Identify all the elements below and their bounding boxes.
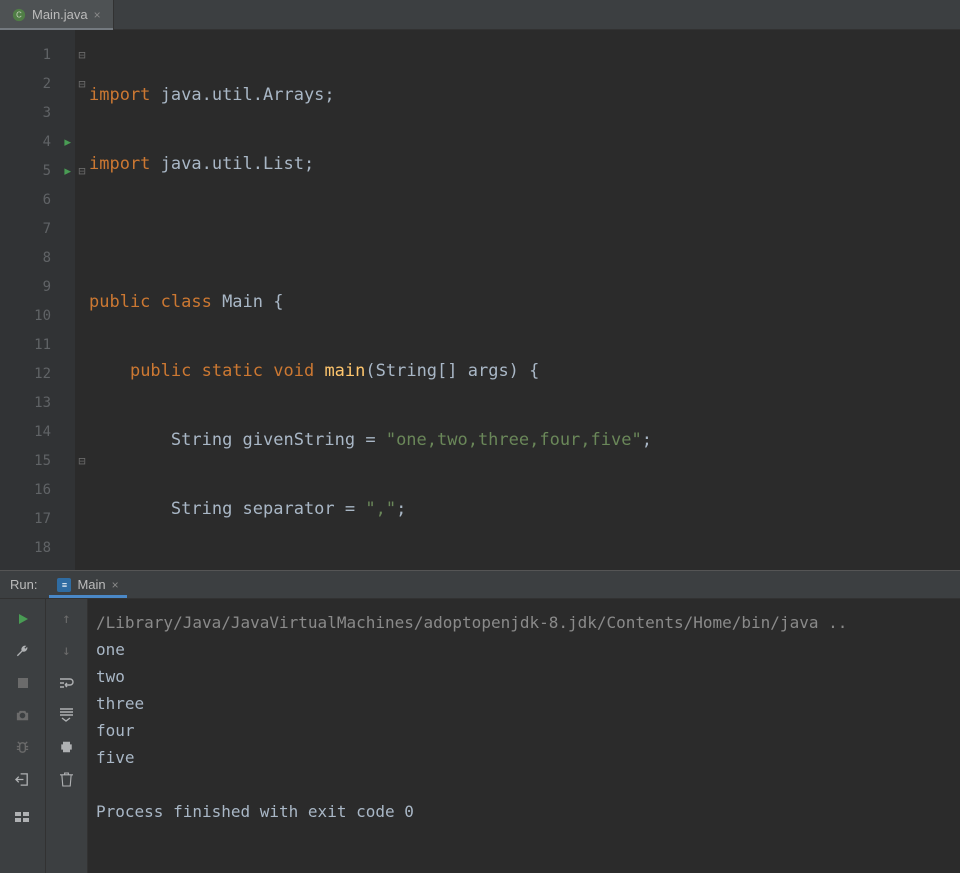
run-toolbar-primary [0, 599, 46, 873]
stop-icon[interactable] [13, 673, 33, 693]
application-icon: ≡ [57, 578, 71, 592]
line-gutter: 1 2 3 4▶ 5▶ 6 7 8 9 10 11 12 13 14 15 16… [0, 30, 75, 570]
file-tab-main[interactable]: C Main.java × [0, 0, 114, 29]
down-arrow-icon[interactable]: ↓ [57, 641, 77, 661]
wrench-icon[interactable] [13, 641, 33, 661]
code-line: import java.util.Arrays; [89, 80, 960, 109]
fold-marker[interactable]: ⊟ [75, 446, 89, 475]
console-exit: Process finished with exit code 0 [96, 802, 414, 821]
line-number: 10 [0, 301, 75, 330]
code-line [89, 563, 960, 570]
line-number: 13 [0, 388, 75, 417]
editor-tabbar: C Main.java × [0, 0, 960, 30]
run-panel-title: Run: [10, 577, 37, 592]
exit-icon[interactable] [13, 769, 33, 789]
code-line: String givenString = "one,two,three,four… [89, 425, 960, 454]
line-number: 6 [0, 185, 75, 214]
code-area[interactable]: import java.util.Arrays; import java.uti… [89, 30, 960, 570]
bug-icon[interactable] [13, 737, 33, 757]
console-command: /Library/Java/JavaVirtualMachines/adopto… [96, 613, 847, 632]
console-output[interactable]: /Library/Java/JavaVirtualMachines/adopto… [88, 599, 960, 873]
code-line: public static void main(String[] args) { [89, 356, 960, 385]
fold-marker[interactable]: ⊟ [75, 69, 89, 98]
console-line: two [96, 667, 125, 686]
line-number: 11 [0, 330, 75, 359]
line-number: 12 [0, 359, 75, 388]
console-line: one [96, 640, 125, 659]
camera-icon[interactable] [13, 705, 33, 725]
up-arrow-icon[interactable]: ↑ [57, 609, 77, 629]
rerun-icon[interactable] [13, 609, 33, 629]
trash-icon[interactable] [57, 769, 77, 789]
print-icon[interactable] [57, 737, 77, 757]
run-toolbar-secondary: ↑ ↓ [46, 599, 88, 873]
code-line: import java.util.List; [89, 149, 960, 178]
run-tab-main[interactable]: ≡ Main × [49, 571, 126, 598]
code-line: String separator = ","; [89, 494, 960, 523]
console-line: three [96, 694, 144, 713]
line-number: 18 [0, 533, 75, 562]
svg-text:C: C [16, 10, 22, 19]
line-number: 8 [0, 243, 75, 272]
code-line [89, 218, 960, 247]
run-panel-header: Run: ≡ Main × [0, 570, 960, 598]
layout-icon[interactable] [13, 807, 33, 827]
java-class-icon: C [12, 8, 26, 22]
line-number: 7 [0, 214, 75, 243]
close-icon[interactable]: × [94, 8, 101, 22]
run-gutter-icon[interactable]: ▶ [64, 164, 71, 177]
line-number: 3 [0, 98, 75, 127]
run-gutter-icon[interactable]: ▶ [64, 135, 71, 148]
line-number: 2 [0, 69, 75, 98]
line-number: 16 [0, 475, 75, 504]
line-number: 15 [0, 446, 75, 475]
line-number: 14 [0, 417, 75, 446]
code-editor[interactable]: 1 2 3 4▶ 5▶ 6 7 8 9 10 11 12 13 14 15 16… [0, 30, 960, 570]
file-tab-label: Main.java [32, 7, 88, 22]
run-tab-label: Main [77, 577, 105, 592]
soft-wrap-icon[interactable] [57, 673, 77, 693]
line-number: 9 [0, 272, 75, 301]
console-line: five [96, 748, 135, 767]
close-icon[interactable]: × [112, 578, 119, 592]
line-number: 5▶ [0, 156, 75, 185]
line-number: 1 [0, 40, 75, 69]
fold-marker[interactable]: ⊟ [75, 156, 89, 185]
line-number: 17 [0, 504, 75, 533]
fold-marker[interactable]: ⊟ [75, 40, 89, 69]
code-line: public class Main { [89, 287, 960, 316]
console-line: four [96, 721, 135, 740]
fold-column: ⊟ ⊟ ⊟ ⊟ [75, 30, 89, 570]
run-panel: ↑ ↓ /Library/Java/JavaVirtualMachines/ad… [0, 598, 960, 873]
scroll-to-end-icon[interactable] [57, 705, 77, 725]
line-number: 4▶ [0, 127, 75, 156]
